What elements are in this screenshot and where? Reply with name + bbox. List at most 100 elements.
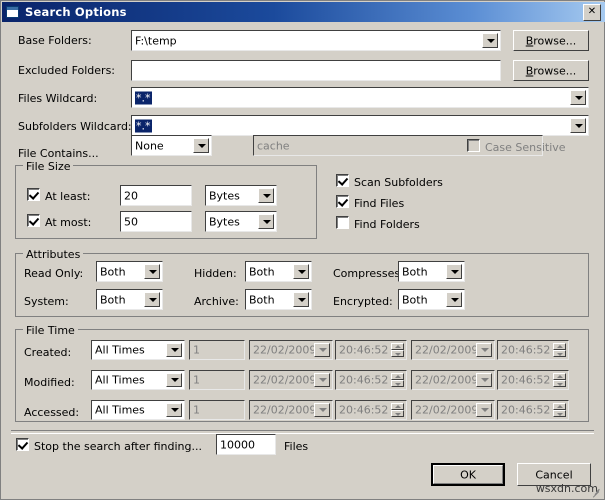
created-time-from-spinner[interactable] — [391, 343, 404, 357]
archive-combo[interactable]: Both — [245, 289, 312, 310]
modified-time-from[interactable]: 20:46:52 — [335, 370, 407, 390]
chevron-down-icon[interactable] — [482, 33, 498, 48]
accessed-time-from-value: 20:46:52 — [339, 403, 389, 417]
resize-grip[interactable] — [590, 485, 602, 498]
find-files-checkbox[interactable] — [336, 195, 349, 208]
files-wildcard-label: Files Wildcard: — [18, 92, 98, 105]
subfolders-wildcard-value: *.* — [135, 119, 152, 132]
excluded-folders-label: Excluded Folders: — [18, 64, 116, 77]
at-most-unit-value: Bytes — [209, 215, 240, 228]
chevron-down-icon[interactable] — [476, 373, 492, 387]
chevron-down-icon[interactable] — [446, 264, 462, 279]
chevron-down-icon[interactable] — [314, 403, 330, 417]
accessed-time-from-spinner[interactable] — [391, 403, 404, 417]
chevron-down-icon[interactable] — [476, 343, 492, 357]
chevron-down-icon[interactable] — [166, 403, 182, 417]
case-sensitive-checkbox[interactable] — [467, 139, 480, 152]
read-only-value: Both — [100, 265, 126, 278]
created-time-to-spinner[interactable] — [553, 343, 566, 357]
at-least-checkbox[interactable] — [27, 188, 40, 201]
browse-excluded-folders-button[interactable]: Browse... — [513, 60, 589, 81]
hidden-value: Both — [249, 265, 275, 278]
at-most-checkbox[interactable] — [27, 214, 40, 227]
chevron-down-icon[interactable] — [314, 343, 330, 357]
at-most-input[interactable]: 50 — [120, 211, 192, 232]
at-least-value: 20 — [124, 189, 138, 202]
ok-button[interactable]: OK — [431, 463, 505, 486]
accessed-mode-value: All Times — [95, 403, 145, 417]
created-count-input[interactable]: 1 — [189, 340, 245, 360]
accessed-date-to[interactable]: 22/02/2009 — [411, 400, 495, 420]
compresses-combo[interactable]: Both — [398, 261, 465, 282]
chevron-down-icon[interactable] — [144, 292, 160, 307]
divider — [11, 430, 594, 434]
read-only-combo[interactable]: Both — [96, 261, 163, 282]
accessed-time-to[interactable]: 20:46:52 — [497, 400, 569, 420]
chevron-down-icon[interactable] — [193, 138, 209, 153]
created-mode-combo[interactable]: All Times — [91, 340, 185, 360]
modified-time-from-spinner[interactable] — [391, 373, 404, 387]
created-date-to[interactable]: 22/02/2009 — [411, 340, 495, 360]
created-date-to-value: 22/02/2009 — [415, 343, 479, 357]
at-least-unit-combo[interactable]: Bytes — [205, 185, 277, 206]
stop-search-count-input[interactable]: 10000 — [216, 434, 276, 455]
archive-value: Both — [249, 293, 275, 306]
modified-time-to-spinner[interactable] — [553, 373, 566, 387]
modified-date-from[interactable]: 22/02/2009 — [249, 370, 333, 390]
chevron-down-icon[interactable] — [293, 292, 309, 307]
chevron-down-icon[interactable] — [570, 118, 586, 133]
find-folders-checkbox[interactable] — [336, 216, 349, 229]
at-most-unit-combo[interactable]: Bytes — [205, 211, 277, 232]
accessed-time-to-spinner[interactable] — [553, 403, 566, 417]
at-most-value: 50 — [124, 215, 138, 228]
chevron-down-icon[interactable] — [293, 264, 309, 279]
system-combo[interactable]: Both — [96, 289, 163, 310]
modified-count-input[interactable]: 1 — [189, 370, 245, 390]
browse-base-folders-button[interactable]: BBrowse...rowse... — [513, 30, 589, 51]
chevron-down-icon[interactable] — [446, 292, 462, 307]
stop-search-checkbox[interactable] — [16, 438, 29, 451]
watermark: wsxdn.com — [535, 482, 598, 495]
at-least-input[interactable]: 20 — [120, 185, 192, 206]
created-date-from[interactable]: 22/02/2009 — [249, 340, 333, 360]
close-icon[interactable]: ✕ — [583, 4, 601, 21]
compresses-label: Compresses: — [333, 267, 404, 280]
encrypted-label: Encrypted: — [333, 295, 393, 308]
accessed-date-from[interactable]: 22/02/2009 — [249, 400, 333, 420]
modified-mode-combo[interactable]: All Times — [91, 370, 185, 390]
modified-date-to[interactable]: 22/02/2009 — [411, 370, 495, 390]
chevron-down-icon[interactable] — [314, 373, 330, 387]
chevron-down-icon[interactable] — [166, 373, 182, 387]
chevron-down-icon[interactable] — [258, 214, 274, 229]
system-label: System: — [24, 295, 69, 308]
base-folders-combo[interactable]: F:\temp — [131, 30, 501, 51]
subfolders-wildcard-combo[interactable]: *.* — [131, 115, 589, 136]
scan-subfolders-checkbox[interactable] — [336, 174, 349, 187]
hidden-combo[interactable]: Both — [245, 261, 312, 282]
accessed-time-to-value: 20:46:52 — [501, 403, 551, 417]
chevron-down-icon[interactable] — [476, 403, 492, 417]
modified-time-to[interactable]: 20:46:52 — [497, 370, 569, 390]
case-sensitive-label: Case Sensitive — [485, 141, 566, 154]
encrypted-combo[interactable]: Both — [398, 289, 465, 310]
created-time-to[interactable]: 20:46:52 — [497, 340, 569, 360]
file-contains-mode-combo[interactable]: None — [131, 135, 212, 156]
accessed-count-input[interactable]: 1 — [189, 400, 245, 420]
files-wildcard-combo[interactable]: *.* — [131, 87, 589, 108]
ok-button-label: OK — [460, 468, 476, 481]
accessed-time-from[interactable]: 20:46:52 — [335, 400, 407, 420]
search-options-dialog: Search Options ✕ Base Folders: F:\temp B… — [0, 0, 605, 500]
chevron-down-icon[interactable] — [144, 264, 160, 279]
accessed-mode-combo[interactable]: All Times — [91, 400, 185, 420]
stop-search-label: Stop the search after finding... — [34, 440, 202, 453]
chevron-down-icon[interactable] — [258, 188, 274, 203]
chevron-down-icon[interactable] — [166, 343, 182, 357]
created-time-from[interactable]: 20:46:52 — [335, 340, 407, 360]
chevron-down-icon[interactable] — [570, 90, 586, 105]
files-wildcard-value: *.* — [135, 91, 152, 104]
modified-date-to-value: 22/02/2009 — [415, 373, 479, 387]
at-least-unit-value: Bytes — [209, 189, 240, 202]
created-label: Created: — [24, 346, 72, 359]
excluded-folders-input[interactable] — [131, 60, 501, 81]
created-mode-value: All Times — [95, 343, 145, 357]
